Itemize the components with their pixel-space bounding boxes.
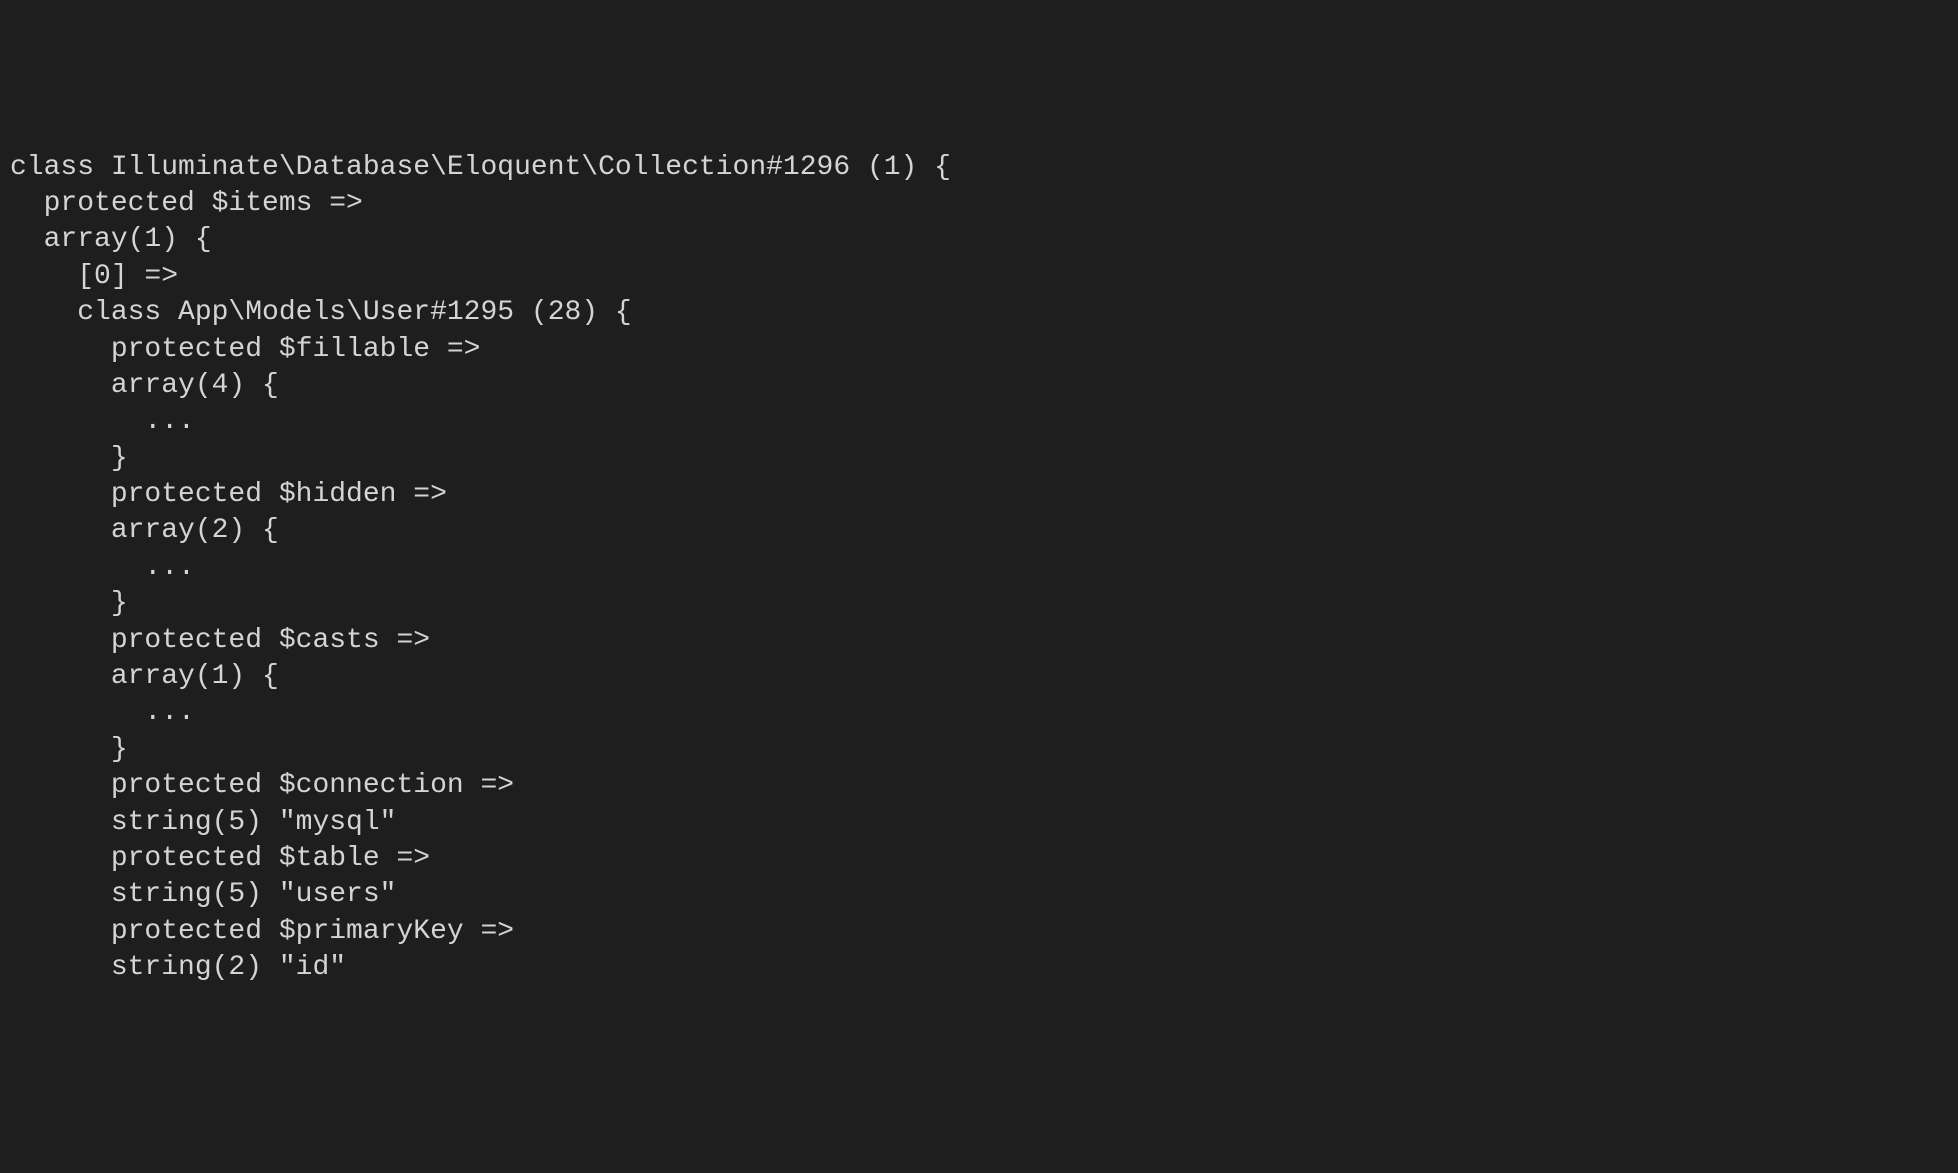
code-line: } <box>10 586 1948 622</box>
code-line: } <box>10 441 1948 477</box>
code-line: protected $items => <box>10 186 1948 222</box>
code-line: protected $fillable => <box>10 332 1948 368</box>
code-line: array(4) { <box>10 368 1948 404</box>
code-line: } <box>10 732 1948 768</box>
code-line: protected $primaryKey => <box>10 914 1948 950</box>
code-line: string(5) "mysql" <box>10 805 1948 841</box>
code-line: ... <box>10 695 1948 731</box>
code-line: protected $connection => <box>10 768 1948 804</box>
code-line: [0] => <box>10 259 1948 295</box>
code-line: protected $table => <box>10 841 1948 877</box>
code-line: array(1) { <box>10 222 1948 258</box>
code-line: array(2) { <box>10 513 1948 549</box>
code-line: ... <box>10 550 1948 586</box>
code-line: string(2) "id" <box>10 950 1948 986</box>
code-line: protected $casts => <box>10 623 1948 659</box>
code-line: array(1) { <box>10 659 1948 695</box>
code-line: class App\Models\User#1295 (28) { <box>10 295 1948 331</box>
code-line: class Illuminate\Database\Eloquent\Colle… <box>10 150 1948 186</box>
code-line: protected $hidden => <box>10 477 1948 513</box>
code-line: ... <box>10 404 1948 440</box>
code-line: string(5) "users" <box>10 877 1948 913</box>
code-dump-output: class Illuminate\Database\Eloquent\Colle… <box>10 150 1948 987</box>
